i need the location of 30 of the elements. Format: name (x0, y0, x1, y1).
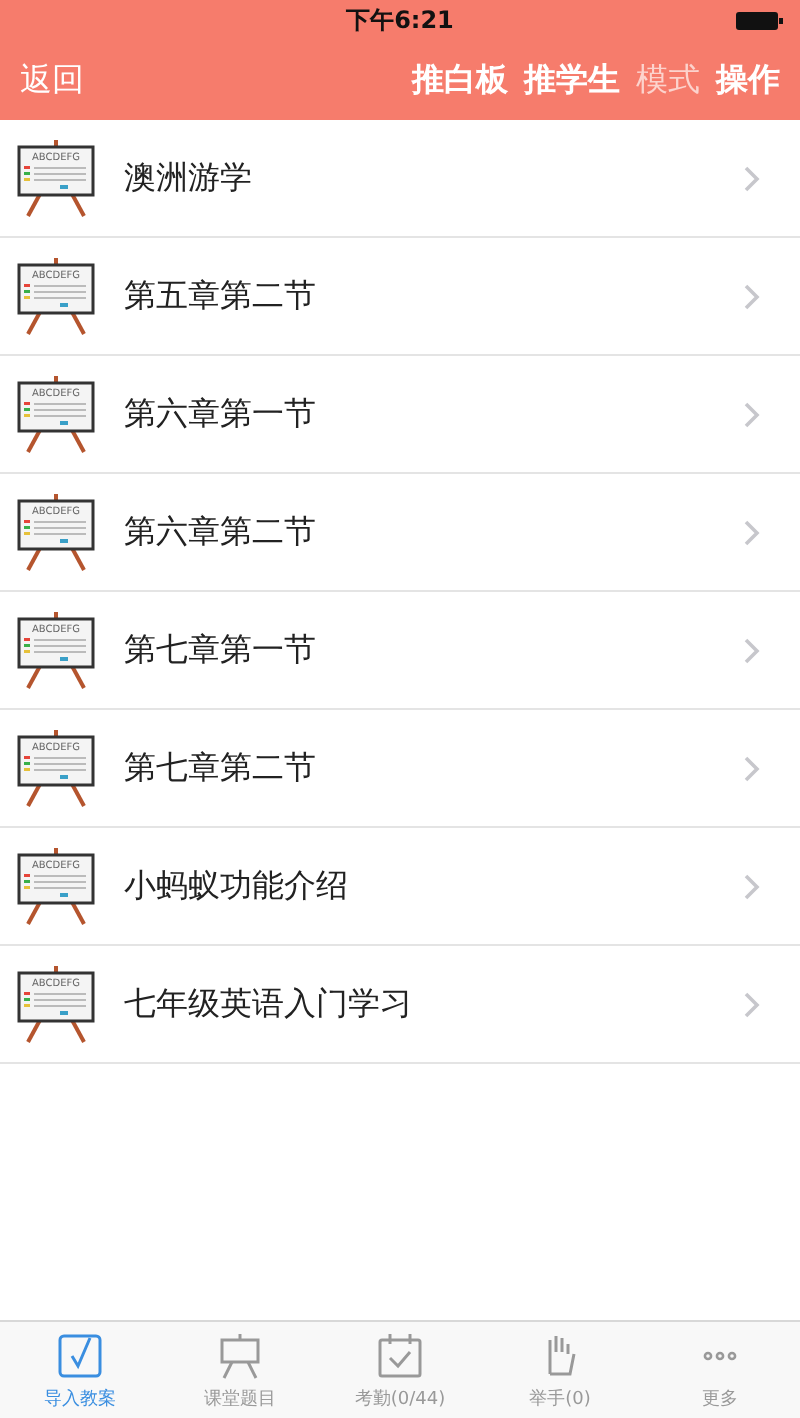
lesson-title: 澳洲游学 (124, 157, 254, 199)
lesson-title: 第六章第一节 (124, 393, 318, 435)
tab-button[interactable]: 考勤(0/44) (320, 1322, 480, 1418)
chevron-right-icon (744, 283, 760, 309)
tab-button[interactable]: 举手(0) (480, 1322, 640, 1418)
back-button[interactable]: 返回 (20, 59, 84, 101)
chevron-right-icon (744, 873, 760, 899)
lesson-title: 第七章第二节 (124, 747, 318, 789)
tab-button[interactable]: 更多 (640, 1322, 800, 1418)
lesson-title: 七年级英语入门学习 (124, 983, 414, 1025)
status-time: 下午6:21 (346, 3, 454, 37)
chevron-right-icon (744, 637, 760, 663)
battery-icon (736, 12, 784, 30)
chevron-right-icon (744, 991, 760, 1017)
nav-action-button[interactable]: 推白板 (396, 59, 508, 101)
calendar-check-icon (374, 1329, 426, 1381)
checked-box-icon (54, 1329, 106, 1381)
chevron-right-icon (744, 519, 760, 545)
chevron-right-icon (744, 755, 760, 781)
lesson-title: 第五章第二节 (124, 275, 318, 317)
chevron-right-icon (744, 401, 760, 427)
tab-button[interactable]: 课堂题目 (160, 1322, 320, 1418)
lesson-title: 第六章第二节 (124, 511, 318, 553)
tab-button[interactable]: 导入教案 (0, 1322, 160, 1418)
chevron-right-icon (744, 165, 760, 191)
lesson-title: 第七章第一节 (124, 629, 318, 671)
nav-action-button[interactable]: 操作 (700, 59, 780, 101)
lesson-title: 小蚂蚁功能介绍 (124, 865, 350, 907)
nav-action-button[interactable]: 推学生 (508, 59, 620, 101)
more-icon (700, 1349, 740, 1361)
